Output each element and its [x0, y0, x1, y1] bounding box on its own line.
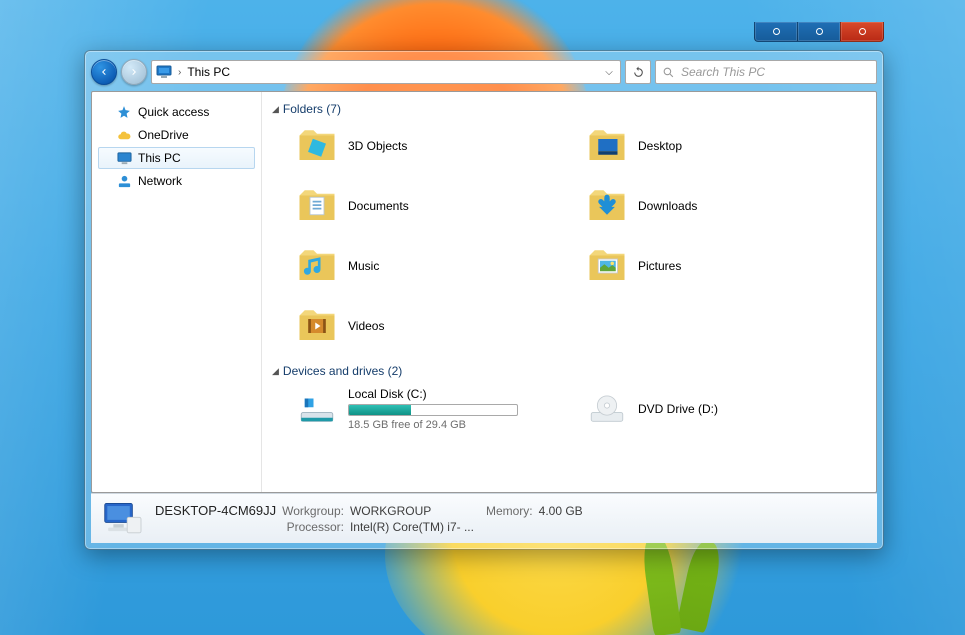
folder-label: Music	[348, 259, 379, 273]
drive-capacity-bar	[348, 404, 518, 416]
explorer-window: › This PC ⌵ Quick access	[84, 50, 884, 550]
address-bar[interactable]: › This PC ⌵	[151, 60, 621, 84]
dvd-drive-icon	[586, 388, 628, 430]
folders-grid: 3D Objects Desktop Documents	[272, 122, 866, 350]
folder-videos[interactable]: Videos	[296, 302, 576, 350]
content-pane: ◢ Folders (7) 3D Objects Desktop	[262, 92, 876, 492]
folder-label: Videos	[348, 319, 384, 333]
processor-key: Processor:	[282, 520, 344, 534]
search-icon	[662, 66, 675, 79]
sidebar-item-quick-access[interactable]: Quick access	[98, 101, 255, 123]
drive-label: DVD Drive (D:)	[638, 402, 718, 416]
star-icon	[116, 104, 132, 120]
details-grid: DESKTOP-4CM69JJ Workgroup: WORKGROUP Mem…	[155, 503, 583, 534]
section-label: Folders (7)	[283, 102, 341, 116]
memory-value: 4.00 GB	[539, 504, 583, 518]
folder-label: Pictures	[638, 259, 681, 273]
refresh-icon	[632, 66, 645, 79]
folder-pictures[interactable]: Pictures	[586, 242, 866, 290]
folder-label: Downloads	[638, 199, 697, 213]
collapse-icon: ◢	[272, 366, 279, 377]
cloud-icon	[116, 127, 132, 143]
sidebar-item-label: OneDrive	[138, 128, 189, 142]
minimize-icon	[773, 28, 780, 35]
breadcrumb-this-pc[interactable]: This PC	[187, 65, 230, 79]
drives-grid: Local Disk (C:) 18.5 GB free of 29.4 GB …	[272, 384, 866, 434]
forward-arrow-icon	[128, 66, 140, 78]
collapse-icon: ◢	[272, 104, 279, 115]
details-pane: DESKTOP-4CM69JJ Workgroup: WORKGROUP Mem…	[91, 493, 877, 543]
folder-icon	[296, 185, 338, 227]
computer-icon	[101, 500, 143, 538]
folder-icon	[296, 245, 338, 287]
sidebar-item-label: This PC	[138, 151, 181, 165]
folder-documents[interactable]: Documents	[296, 182, 576, 230]
drive-capacity-fill	[349, 405, 411, 415]
sidebar-item-label: Quick access	[138, 105, 209, 119]
workgroup-key: Workgroup:	[282, 504, 344, 518]
folder-label: Documents	[348, 199, 409, 213]
this-pc-icon	[156, 64, 172, 80]
drive-local-disk-c[interactable]: Local Disk (C:) 18.5 GB free of 29.4 GB	[296, 384, 576, 434]
computer-name: DESKTOP-4CM69JJ	[155, 503, 276, 518]
folder-icon	[296, 125, 338, 167]
section-label: Devices and drives (2)	[283, 364, 402, 378]
maximize-button[interactable]	[797, 22, 841, 42]
folder-desktop[interactable]: Desktop	[586, 122, 866, 170]
explorer-body: Quick access OneDrive This PC Network	[91, 91, 877, 493]
sidebar-item-network[interactable]: Network	[98, 170, 255, 192]
hard-drive-icon	[296, 388, 338, 430]
folder-icon	[586, 245, 628, 287]
folder-label: 3D Objects	[348, 139, 407, 153]
folder-label: Desktop	[638, 139, 682, 153]
folder-downloads[interactable]: Downloads	[586, 182, 866, 230]
maximize-icon	[816, 28, 823, 35]
drive-label: Local Disk (C:)	[348, 387, 518, 401]
navigation-pane: Quick access OneDrive This PC Network	[92, 92, 262, 492]
sidebar-item-onedrive[interactable]: OneDrive	[98, 124, 255, 146]
forward-button[interactable]	[121, 59, 147, 85]
sidebar-item-this-pc[interactable]: This PC	[98, 147, 255, 169]
folder-icon	[586, 185, 628, 227]
workgroup-value: WORKGROUP	[350, 504, 474, 518]
close-icon	[859, 28, 866, 35]
processor-value: Intel(R) Core(TM) i7- ...	[350, 520, 474, 534]
breadcrumb-separator: ›	[178, 67, 181, 78]
back-button[interactable]	[91, 59, 117, 85]
minimize-button[interactable]	[754, 22, 798, 42]
window-controls	[755, 22, 884, 43]
sidebar-item-label: Network	[138, 174, 182, 188]
folder-icon	[296, 305, 338, 347]
monitor-icon	[116, 150, 132, 166]
refresh-button[interactable]	[625, 60, 651, 84]
search-box[interactable]	[655, 60, 877, 84]
folder-3d-objects[interactable]: 3D Objects	[296, 122, 576, 170]
folder-icon	[586, 125, 628, 167]
drive-info: DVD Drive (D:)	[638, 402, 718, 416]
search-input[interactable]	[681, 65, 870, 79]
folder-music[interactable]: Music	[296, 242, 576, 290]
back-arrow-icon	[98, 66, 110, 78]
navigation-row: › This PC ⌵	[91, 57, 877, 87]
drive-info: Local Disk (C:) 18.5 GB free of 29.4 GB	[348, 387, 518, 431]
section-header-drives[interactable]: ◢ Devices and drives (2)	[272, 364, 866, 378]
drive-free-space: 18.5 GB free of 29.4 GB	[348, 419, 518, 431]
network-icon	[116, 173, 132, 189]
close-button[interactable]	[840, 22, 884, 42]
drive-dvd-d[interactable]: DVD Drive (D:)	[586, 384, 866, 434]
memory-key: Memory:	[486, 504, 533, 518]
address-history-dropdown[interactable]: ⌵	[600, 67, 618, 78]
section-header-folders[interactable]: ◢ Folders (7)	[272, 102, 866, 116]
